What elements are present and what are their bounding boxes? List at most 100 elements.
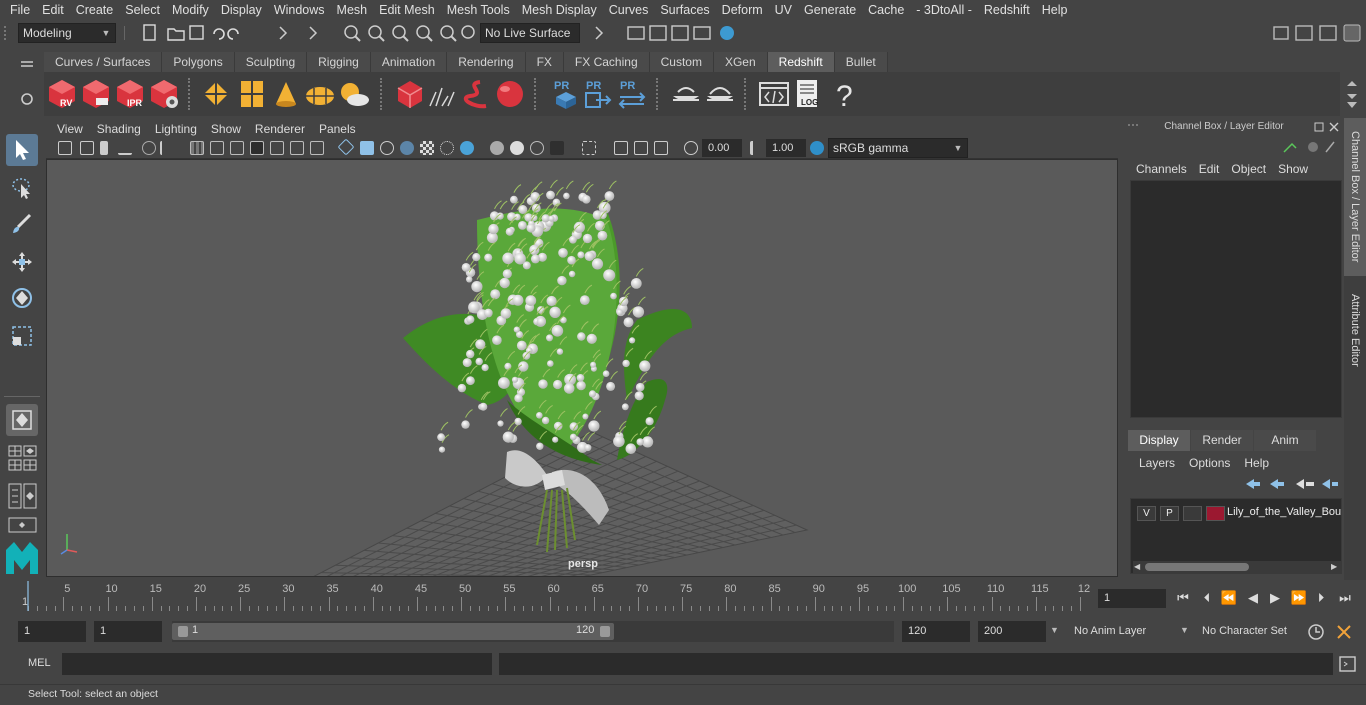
layer-actions[interactable] [1244,476,1340,492]
time-slider[interactable]: 5 10 15 20 25 30 35 40 45 50 55 60 65 70 75 80 85 90 95 100… [20,581,1092,611]
menu-display[interactable]: Display [215,0,268,20]
panel-menu-shading[interactable]: Shading [90,122,148,136]
redshift-log-icon[interactable]: LOG [792,78,824,110]
field-chart-icon[interactable] [270,141,284,155]
menu-redshift[interactable]: Redshift [978,0,1036,20]
attribute-editor-side-tab[interactable]: Attribute Editor [1344,280,1366,380]
scene-end-field[interactable]: 200 [978,621,1046,642]
redshift-bake-set-icon[interactable] [704,78,736,110]
menu-create[interactable]: Create [70,0,120,20]
menu-generate[interactable]: Generate [798,0,862,20]
channel-box-list[interactable] [1130,180,1342,418]
shelf-scroll[interactable] [1344,80,1360,110]
shelf-tab-animation[interactable]: Animation [370,52,448,72]
redshift-pr-cube-icon[interactable]: PR [550,78,582,110]
panel-menu-lighting[interactable]: Lighting [148,122,204,136]
channel-menu-edit[interactable]: Edit [1193,162,1226,176]
use-all-lights-icon[interactable] [420,141,434,155]
panel-menu-show[interactable]: Show [204,122,248,136]
depth-of-field-icon[interactable] [530,141,544,155]
redshift-render-view-icon[interactable]: RV [46,78,78,110]
paint-select-tool-button[interactable] [6,208,38,240]
chevron-down-icon[interactable]: ▼ [1050,625,1059,635]
range-slider-bar[interactable] [172,623,614,640]
menu-curves[interactable]: Curves [603,0,655,20]
redshift-shader-icon[interactable] [460,78,492,110]
redshift-pr-import-icon[interactable]: PR [616,78,648,110]
menu-file[interactable]: File [4,0,36,20]
camera-attributes-icon[interactable] [80,141,94,155]
play-forwards-button[interactable]: ▶ [1266,589,1284,607]
current-time-indicator[interactable] [27,581,29,611]
move-tool-button[interactable] [6,246,38,278]
shelf-controls[interactable] [18,56,36,110]
shadows-icon[interactable] [440,141,454,155]
step-forward-key-button[interactable]: ⏩ [1290,589,1308,607]
isolate-select-icon[interactable] [550,141,564,155]
script-language-label[interactable]: MEL [28,657,51,669]
playback-end-field[interactable]: 120 [902,621,970,642]
select-tool-button[interactable] [6,134,38,166]
menu-mesh[interactable]: Mesh [331,0,374,20]
menu-uv[interactable]: UV [769,0,798,20]
selection-mask-group[interactable] [270,24,330,42]
redshift-ipr-icon[interactable]: IPR [114,78,146,110]
menu-edit[interactable]: Edit [36,0,70,20]
layer-display-type[interactable] [1183,506,1202,521]
layer-tab-anim[interactable]: Anim [1254,430,1316,451]
image-plane-icon[interactable] [118,141,132,155]
shelf-tab-curves-surfaces[interactable]: Curves / Surfaces [44,52,163,72]
redshift-sun-sky-icon[interactable] [338,78,370,110]
resolution-gate-icon[interactable] [230,141,244,155]
script-editor-icon[interactable] [1338,655,1358,673]
safe-action-icon[interactable] [290,141,304,155]
chevron-down-icon[interactable]: ▼ [1180,625,1189,635]
exposure-field[interactable]: 0.00 [702,139,742,157]
gamma-icon[interactable] [750,141,764,155]
range-tools[interactable] [1306,622,1358,642]
redshift-light-icon[interactable] [200,78,232,110]
chevron-right-icon[interactable]: ▶ [1331,562,1337,571]
menu-modify[interactable]: Modify [166,0,215,20]
step-back-key-button[interactable]: ⏪ [1220,589,1238,607]
color-management-icon[interactable] [810,141,824,155]
redshift-proxy-icon[interactable] [394,78,426,110]
panel-menu-renderer[interactable]: Renderer [248,122,312,136]
menu-cache[interactable]: Cache [862,0,910,20]
shelf-tab-fx[interactable]: FX [525,52,564,72]
bookmark-icon[interactable] [100,141,108,155]
redshift-volume-icon[interactable] [426,78,458,110]
redshift-material-icon[interactable] [494,78,526,110]
anim-layer-selector[interactable]: No Anim Layer [1068,621,1172,642]
render-tools-group[interactable] [590,24,750,42]
redshift-dome-light-icon[interactable] [304,78,336,110]
rotate-tool-button[interactable] [6,282,38,314]
live-surface-field[interactable]: No Live Surface [480,23,580,43]
layer-color-swatch[interactable] [1206,506,1225,521]
lasso-tool-button[interactable] [6,172,38,204]
layer-visibility-toggle[interactable]: V [1137,506,1156,521]
character-set-selector[interactable]: No Character Set [1196,621,1300,642]
shelf-tab-sculpting[interactable]: Sculpting [234,52,308,72]
layout-shortcuts-group[interactable] [8,442,38,542]
perspective-viewport[interactable]: persp [46,159,1118,577]
xray-active-icon[interactable] [634,141,648,155]
gamma-field[interactable]: 1.00 [766,139,806,157]
shelf-tab-rendering[interactable]: Rendering [447,52,526,72]
layer-tab-render[interactable]: Render [1191,430,1253,451]
command-input[interactable] [62,653,492,675]
layer-menu-layers[interactable]: Layers [1132,456,1182,470]
shelf-tab-bullet[interactable]: Bullet [834,52,888,72]
exposure-icon[interactable] [684,141,698,155]
layer-name[interactable]: Lily_of_the_Valley_Bou [1227,506,1341,518]
panel-window-controls[interactable] [1314,121,1342,133]
redshift-spot-light-icon[interactable] [270,78,302,110]
layer-scrollbar[interactable]: ◀ ▶ [1133,561,1341,573]
redshift-bake-icon[interactable] [670,78,702,110]
menu-surfaces[interactable]: Surfaces [654,0,715,20]
2d-pan-zoom-icon[interactable] [142,141,156,155]
range-end-handle[interactable] [600,626,610,637]
layer-tab-display[interactable]: Display [1128,430,1190,451]
shelf-tab-polygons[interactable]: Polygons [162,52,235,72]
scale-tool-button[interactable] [6,320,38,352]
